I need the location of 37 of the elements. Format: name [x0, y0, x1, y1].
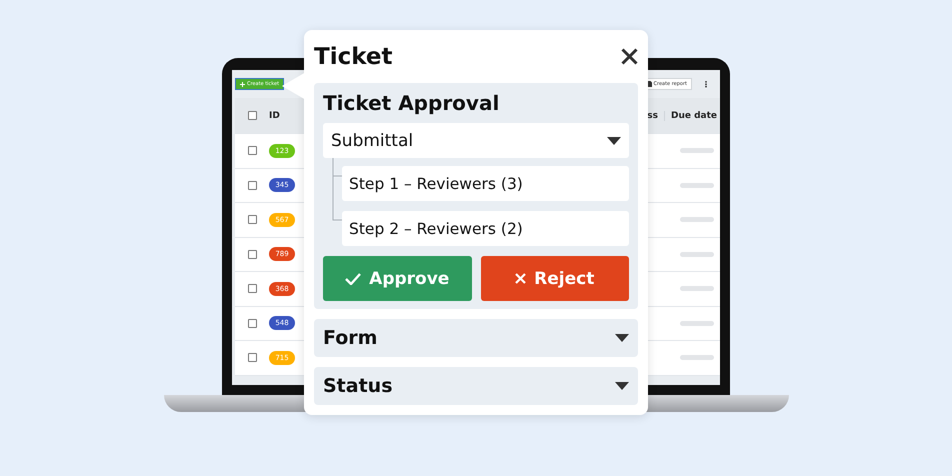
section-title: Status: [323, 375, 393, 397]
approve-button[interactable]: Approve: [323, 256, 472, 301]
placeholder-bar: [680, 355, 714, 360]
checkbox[interactable]: [248, 111, 256, 120]
checkbox[interactable]: [248, 250, 256, 259]
plus-icon: [240, 82, 245, 86]
checkbox[interactable]: [248, 180, 256, 190]
check-icon: [345, 272, 362, 284]
column-header: ID: [269, 110, 281, 120]
placeholder-bar: [680, 217, 714, 222]
section-panel[interactable]: Ticket Approval Submittal Step 1 – Reviewers (3) Step 2 – Reviewers (2) Approve Reject: [314, 83, 638, 309]
popup-title: Ticket: [314, 44, 392, 70]
caret-icon[interactable]: [607, 136, 621, 144]
close-icon[interactable]: [621, 48, 638, 65]
placeholder-bar: [680, 252, 714, 257]
section-title: Form: [323, 327, 378, 349]
dropdown[interactable]: Submittal: [323, 123, 629, 158]
step-item[interactable]: Step 2 – Reviewers (2): [342, 211, 629, 246]
placeholder-bar: [680, 286, 714, 292]
section-panel[interactable]: Status: [314, 367, 638, 405]
checkbox[interactable]: [248, 318, 256, 328]
step-item[interactable]: Step 1 – Reviewers (3): [342, 166, 629, 201]
checkbox[interactable]: [248, 146, 256, 156]
placeholder-bar: [680, 148, 714, 154]
more-icon[interactable]: ⋮: [698, 80, 714, 88]
checkbox[interactable]: [248, 353, 256, 362]
placeholder-bar: [680, 182, 714, 188]
section-title: Ticket Approval: [323, 91, 500, 115]
caret-icon[interactable]: [615, 382, 629, 390]
close-icon: [515, 273, 526, 284]
checkbox[interactable]: [248, 215, 256, 224]
checkbox[interactable]: [248, 284, 256, 294]
placeholder-bar: [680, 320, 714, 326]
column-header: Due date: [664, 110, 720, 120]
column-header: ss: [646, 110, 659, 120]
reject-button[interactable]: Reject: [480, 256, 629, 301]
section-panel[interactable]: Form: [314, 319, 638, 357]
